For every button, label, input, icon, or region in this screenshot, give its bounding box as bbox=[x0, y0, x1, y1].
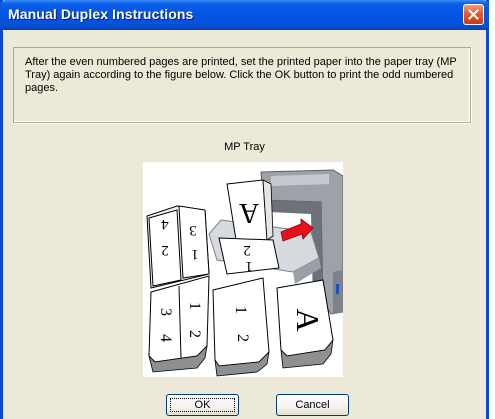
svg-text:4: 4 bbox=[157, 334, 174, 342]
svg-text:4: 4 bbox=[161, 216, 169, 232]
svg-text:3: 3 bbox=[189, 222, 197, 238]
window-title: Manual Duplex Instructions bbox=[8, 6, 194, 22]
svg-text:2: 2 bbox=[186, 330, 203, 338]
focus-ring bbox=[170, 398, 235, 412]
svg-text:3: 3 bbox=[157, 308, 174, 316]
stack-3-4-1-2: 3 4 1 2 bbox=[148, 275, 210, 373]
svg-text:2: 2 bbox=[161, 242, 169, 258]
svg-text:1: 1 bbox=[191, 246, 199, 262]
svg-text:1: 1 bbox=[186, 302, 203, 310]
figure-label: MP Tray bbox=[224, 141, 265, 153]
mp-tray-figure: A 2 1 4 3 2 1 3 4 1 2 1 2 A bbox=[143, 162, 343, 377]
instructions-text: After the even numbered pages are printe… bbox=[25, 56, 457, 94]
stack-a: A bbox=[276, 279, 334, 369]
svg-text:1: 1 bbox=[232, 306, 249, 314]
close-icon bbox=[468, 9, 479, 20]
svg-text:2: 2 bbox=[243, 242, 251, 258]
svg-text:1: 1 bbox=[245, 258, 253, 274]
svg-text:A: A bbox=[290, 308, 326, 331]
cancel-button[interactable]: Cancel bbox=[276, 394, 349, 416]
stack-1-2: 1 2 bbox=[212, 277, 270, 377]
instructions-box: After the even numbered pages are printe… bbox=[13, 47, 471, 123]
ok-button[interactable]: OK bbox=[166, 394, 239, 416]
dialog-window: Manual Duplex Instructions After the eve… bbox=[0, 0, 489, 419]
close-button[interactable] bbox=[463, 4, 484, 25]
svg-text:2: 2 bbox=[234, 334, 251, 342]
title-bar[interactable]: Manual Duplex Instructions bbox=[0, 0, 489, 30]
stack-4-3-2-1: 4 3 2 1 bbox=[146, 205, 210, 289]
figure-letter-a: A bbox=[238, 197, 259, 228]
cancel-button-label: Cancel bbox=[295, 399, 330, 411]
